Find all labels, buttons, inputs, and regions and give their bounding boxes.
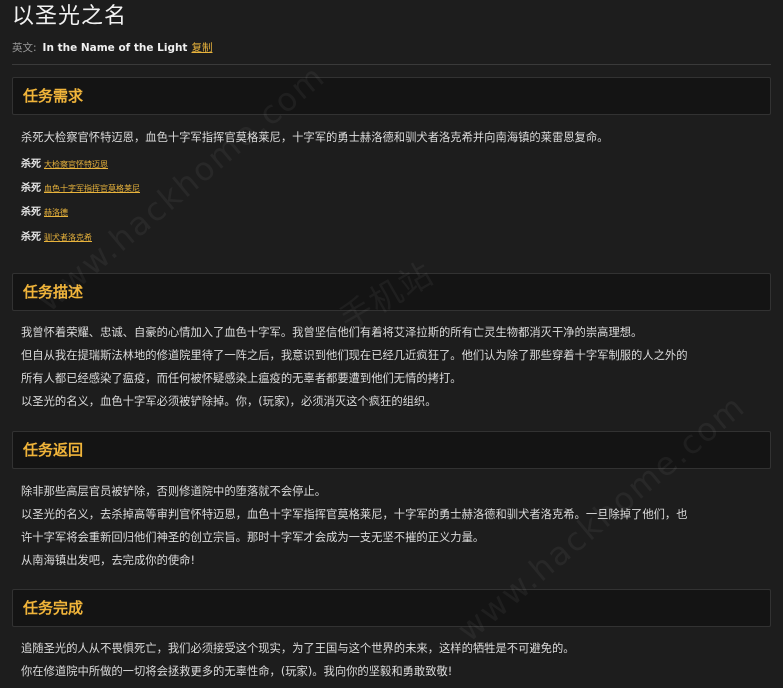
return-heading: 任务返回 (23, 441, 84, 459)
description-line: 我曾怀着荣耀、忠诚、自豪的心情加入了血色十字军。我曾坚信他们有着将艾泽拉斯的所有… (21, 326, 643, 339)
english-name-row: 英文: In the Name of the Light 复制 (12, 41, 212, 55)
title-divider (12, 64, 771, 65)
kill-target-row: 杀死 赫洛德 (21, 206, 68, 220)
kill-target-link[interactable]: 血色十字军指挥官莫格莱尼 (44, 184, 140, 193)
kill-target-link[interactable]: 大检察官怀特迈恩 (44, 160, 108, 169)
description-line: 但自从我在提瑞斯法林地的修道院里待了一阵之后，我意识到他们现在已经几近疯狂了。他… (21, 349, 688, 362)
requirements-summary: 杀死大检察官怀特迈恩，血色十字军指挥官莫格莱尼，十字军的勇士赫洛德和驯犬者洛克希… (21, 126, 766, 149)
kill-label: 杀死 (21, 232, 41, 243)
requirements-header: 任务需求 (12, 77, 771, 115)
kill-target-row: 杀死 驯犬者洛克希 (21, 231, 92, 245)
completion-line: 追随圣光的人从不畏惧死亡，我们必须接受这个现实，为了王国与这个世界的未来，这样的… (21, 642, 575, 655)
return-line: 许十字军将会重新回归他们神圣的创立宗旨。那时十字军才会成为一支无坚不摧的正义力量… (21, 531, 485, 544)
requirements-summary-text: 杀死大检察官怀特迈恩，血色十字军指挥官莫格莱尼，十字军的勇士赫洛德和驯犬者洛克希… (21, 131, 609, 144)
return-line: 除非那些高层官员被铲除，否则修道院中的堕落就不会停止。 (21, 485, 327, 498)
description-line: 所有人都已经感染了瘟疫，而任何被怀疑感染上瘟疫的无辜者都要遭到他们无情的拷打。 (21, 372, 462, 385)
return-body: 除非那些高层官员被铲除，否则修道院中的堕落就不会停止。 以圣光的名义，去杀掉高等… (21, 480, 766, 572)
completion-heading: 任务完成 (23, 599, 84, 617)
kill-label: 杀死 (21, 207, 41, 218)
copy-link[interactable]: 复制 (191, 42, 212, 54)
description-header: 任务描述 (12, 273, 771, 311)
page-title: 以圣光之名 (12, 4, 128, 29)
completion-body: 追随圣光的人从不畏惧死亡，我们必须接受这个现实，为了王国与这个世界的未来，这样的… (21, 637, 766, 683)
kill-label: 杀死 (21, 159, 41, 170)
kill-target-row: 杀死 大检察官怀特迈恩 (21, 158, 108, 172)
completion-line: 你在修道院中所做的一切将会拯救更多的无辜性命，(玩家)。我向你的坚毅和勇敢致敬! (21, 665, 453, 678)
kill-target-link[interactable]: 驯犬者洛克希 (44, 233, 92, 242)
kill-label: 杀死 (21, 183, 41, 194)
kill-target-row: 杀死 血色十字军指挥官莫格莱尼 (21, 182, 140, 196)
english-label: 英文: (12, 42, 37, 54)
return-line: 以圣光的名义，去杀掉高等审判官怀特迈恩，血色十字军指挥官莫格莱尼，十字军的勇士赫… (21, 508, 688, 521)
english-name: In the Name of the Light (42, 42, 188, 54)
return-header: 任务返回 (12, 431, 771, 469)
kill-target-link[interactable]: 赫洛德 (44, 208, 68, 217)
completion-header: 任务完成 (12, 589, 771, 627)
requirements-heading: 任务需求 (23, 87, 84, 105)
description-heading: 任务描述 (23, 283, 84, 301)
return-line: 从南海镇出发吧，去完成你的使命! (21, 554, 195, 567)
description-line: 以圣光的名义，血色十字军必须被铲除掉。你，(玩家)，必须消灭这个疯狂的组织。 (21, 395, 437, 408)
description-body: 我曾怀着荣耀、忠诚、自豪的心情加入了血色十字军。我曾坚信他们有着将艾泽拉斯的所有… (21, 321, 766, 413)
